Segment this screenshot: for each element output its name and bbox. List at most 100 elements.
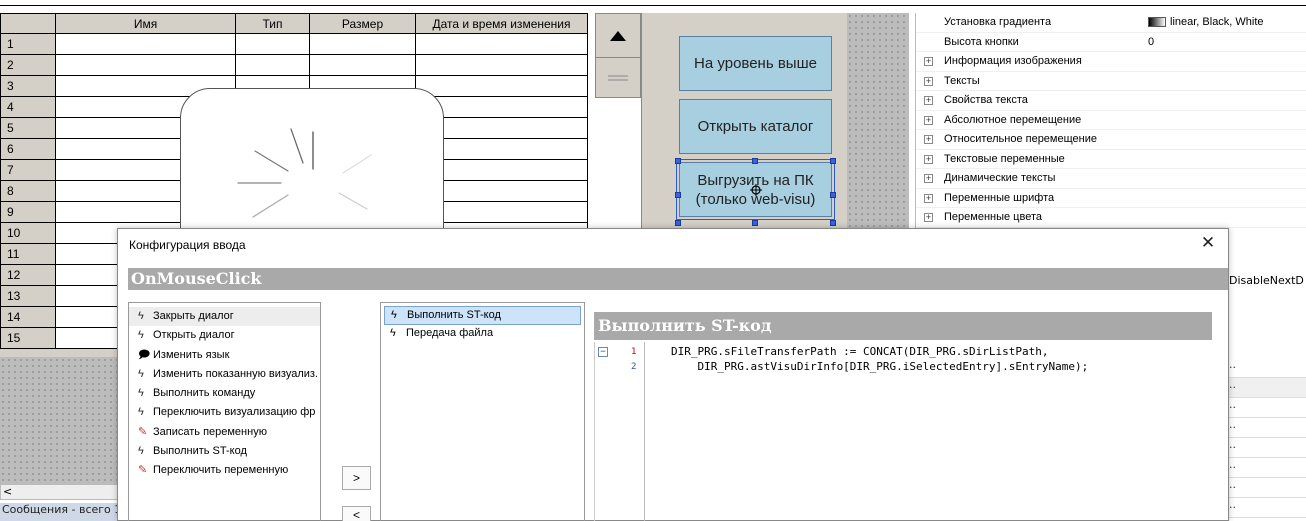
scroll-thumb[interactable] <box>596 59 640 97</box>
action-item[interactable]: ϟ Переключить визуализацию фр <box>129 403 320 422</box>
st-code-editor[interactable]: − 1 DIR_PRG.sFileTransferPath := CONCAT(D… <box>594 342 1212 521</box>
selection-handle[interactable] <box>752 220 758 226</box>
action-item[interactable]: ϟ Открыть диалог <box>129 326 320 345</box>
event-name-bar: OnMouseClick <box>128 268 1228 290</box>
header-date[interactable]: Дата и время изменения <box>415 13 588 34</box>
property-ellipsis[interactable]: .. <box>1226 458 1306 478</box>
row-number: 13 <box>0 285 56 307</box>
fold-collapse-icon[interactable]: − <box>598 347 608 357</box>
property-row[interactable]: Установка градиента linear, Black, White <box>916 13 1306 33</box>
property-row[interactable]: + Абсолютное перемещение <box>916 111 1306 130</box>
configured-action-item[interactable]: ϟ Выполнить ST-код <box>384 306 581 325</box>
selection-handle[interactable] <box>675 158 681 164</box>
table-cell[interactable] <box>55 54 236 76</box>
expand-plus-icon[interactable]: + <box>924 213 933 222</box>
scroll-left-arrow[interactable]: < <box>3 485 12 498</box>
property-row[interactable]: + Динамические тексты <box>916 169 1306 189</box>
close-icon[interactable]: ✕ <box>1198 233 1218 253</box>
property-ellipsis[interactable]: .. <box>1226 418 1306 438</box>
row-number: 4 <box>0 96 56 118</box>
expand-plus-icon[interactable]: + <box>924 96 933 105</box>
lightning-icon: ϟ <box>138 445 144 458</box>
table-cell[interactable] <box>235 54 310 76</box>
open-catalog-button[interactable]: Открыть каталог <box>679 99 832 154</box>
property-ellipsis[interactable]: .. <box>1226 498 1306 518</box>
property-value-cell[interactable]: linear, Black, White <box>1148 13 1264 33</box>
remove-action-button[interactable]: < <box>342 506 371 521</box>
table-cell[interactable] <box>415 33 588 55</box>
property-ellipsis[interactable]: .. <box>1226 358 1306 378</box>
action-item[interactable]: ✎ Переключить переменную <box>129 461 320 480</box>
selection-handle[interactable] <box>675 220 681 226</box>
expand-plus-icon[interactable]: + <box>924 115 933 125</box>
configured-action-label: Передача файла <box>406 327 494 339</box>
property-row[interactable]: + Переменные шрифта <box>916 189 1306 208</box>
table-header-row: Имя Тип Размер Дата и время изменения <box>0 13 588 34</box>
configured-action-item[interactable]: ϟ Передача файла <box>384 325 581 344</box>
property-row[interactable]: + Тексты <box>916 72 1306 91</box>
expand-plus-icon[interactable]: + <box>924 193 933 203</box>
messages-tab[interactable]: Сообщения - всего 1 <box>0 503 118 521</box>
level-up-button[interactable]: На уровень выше <box>679 36 832 91</box>
selection-handle[interactable] <box>752 158 758 164</box>
property-ellipsis[interactable]: .. <box>1226 378 1306 398</box>
expand-plus-icon[interactable]: + <box>924 154 933 164</box>
action-item[interactable]: 🗩 Изменить язык <box>129 346 320 365</box>
selection-handle[interactable] <box>830 158 836 164</box>
table-cell[interactable] <box>309 54 416 76</box>
header-type[interactable]: Тип <box>235 13 310 34</box>
configured-actions-list[interactable]: ϟ Выполнить ST-код ϟ Передача файла <box>380 302 585 521</box>
add-action-button[interactable]: > <box>342 466 371 490</box>
expand-plus-icon[interactable]: + <box>924 174 933 183</box>
property-row[interactable]: + Относительное перемещение <box>916 130 1306 150</box>
write-variable-icon: ✎ <box>138 464 148 477</box>
top-separator <box>0 5 1306 6</box>
lightning-icon: ϟ <box>390 327 396 339</box>
action-label: Переключить переменную <box>153 464 289 477</box>
selection-handle[interactable] <box>830 192 836 198</box>
action-label: Открыть диалог <box>153 329 235 342</box>
scroll-up-button[interactable] <box>596 14 640 58</box>
property-row[interactable]: + Переменные цвета <box>916 208 1306 228</box>
action-item[interactable]: ✎ Записать переменную <box>129 423 320 442</box>
selection-handle[interactable] <box>830 220 836 226</box>
table-cell[interactable] <box>309 33 416 55</box>
property-row[interactable]: + Свойства текста <box>916 91 1306 111</box>
action-item[interactable]: ϟ Выполнить ST-код <box>129 442 320 461</box>
property-row[interactable]: + Текстовые переменные <box>916 150 1306 169</box>
property-row[interactable]: Высота кнопки 0 <box>916 33 1306 53</box>
property-ellipsis[interactable]: .. <box>1226 438 1306 458</box>
expand-plus-icon[interactable]: + <box>924 76 933 86</box>
code-line[interactable]: DIR_PRG.astVisuDirInfo[DIR_PRG.iSelected… <box>671 360 1088 373</box>
action-item[interactable]: ϟ Выполнить команду <box>129 384 320 403</box>
available-actions-list[interactable]: ϟ Закрыть диалог ϟ Открыть диалог 🗩 Изменить … <box>128 302 321 521</box>
code-gutter: − <box>595 342 645 521</box>
property-ellipsis[interactable]: .. <box>1226 398 1306 418</box>
line-number: 2 <box>631 362 637 372</box>
horizontal-scrollbar[interactable]: < <box>0 484 118 500</box>
row-number: 11 <box>0 243 56 265</box>
header-size[interactable]: Размер <box>309 13 416 34</box>
property-ellipsis[interactable]: .. <box>1226 478 1306 498</box>
code-line[interactable]: DIR_PRG.sFileTransferPath := CONCAT(DIR_… <box>671 345 1049 358</box>
row-number: 3 <box>0 75 56 97</box>
table-cell[interactable] <box>55 33 236 55</box>
property-label: Информация изображения <box>944 55 1082 67</box>
table-row[interactable]: 2 <box>0 54 588 76</box>
expand-plus-icon[interactable]: + <box>924 135 933 144</box>
header-name[interactable]: Имя <box>55 13 236 34</box>
table-cell[interactable] <box>235 33 310 55</box>
table-row[interactable]: 1 <box>0 33 588 55</box>
property-values-strip: DisableNextD ................ <box>1226 262 1306 521</box>
expand-plus-icon[interactable]: + <box>924 57 933 66</box>
table-cell[interactable] <box>415 54 588 76</box>
design-canvas-dotted-lower <box>0 357 118 484</box>
action-item[interactable]: ϟ Изменить показанную визуализ. <box>129 365 320 384</box>
lightning-icon: ϟ <box>138 406 144 419</box>
property-row[interactable]: + Информация изображения <box>916 52 1306 72</box>
property-label: Свойства текста <box>944 94 1028 106</box>
action-item[interactable]: ϟ Закрыть диалог <box>129 307 320 327</box>
selection-handle[interactable] <box>675 192 681 198</box>
row-number: 8 <box>0 180 56 202</box>
property-value-cell[interactable]: 0 <box>1148 33 1154 53</box>
